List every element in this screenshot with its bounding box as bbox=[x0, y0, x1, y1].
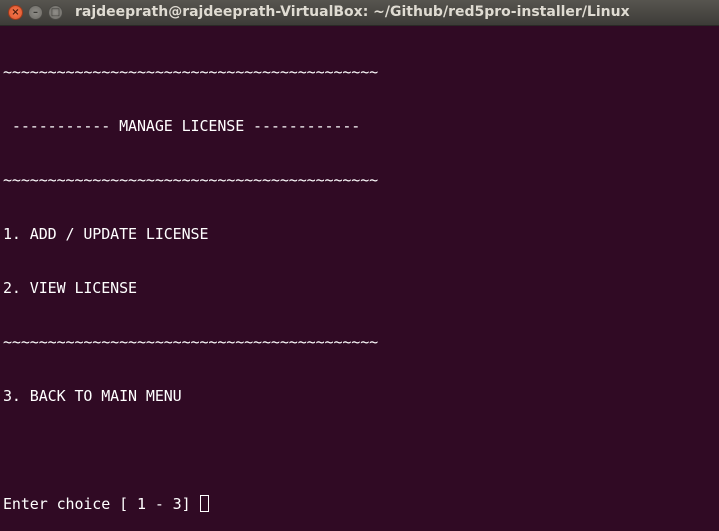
menu-option-back: 3. BACK TO MAIN MENU bbox=[3, 387, 182, 405]
title-bar: × – □ rajdeeprath@rajdeeprath-VirtualBox… bbox=[0, 0, 719, 26]
menu-option-view: 2. VIEW LICENSE bbox=[3, 279, 137, 297]
window-title: rajdeeprath@rajdeeprath-VirtualBox: ~/Gi… bbox=[75, 4, 630, 20]
menu-option-add-update: 1. ADD / UPDATE LICENSE bbox=[3, 225, 209, 243]
menu-heading: ----------- MANAGE LICENSE ------------ bbox=[3, 117, 361, 135]
maximize-button[interactable]: □ bbox=[48, 5, 63, 20]
terminal-cursor[interactable] bbox=[199, 495, 209, 512]
close-icon: × bbox=[11, 7, 20, 18]
prompt-text: Enter choice [ 1 - 3] bbox=[3, 495, 191, 513]
terminal-output[interactable]: ~~~~~~~~~~~~~~~~~~~~~~~~~~~~~~~~~~~~~~~~… bbox=[3, 27, 378, 531]
prompt-line[interactable]: Enter choice [ 1 - 3] bbox=[3, 495, 378, 513]
separator-line: ~~~~~~~~~~~~~~~~~~~~~~~~~~~~~~~~~~~~~~~~… bbox=[3, 333, 379, 351]
minimize-icon: – bbox=[33, 7, 38, 18]
close-button[interactable]: × bbox=[8, 5, 23, 20]
minimize-button[interactable]: – bbox=[28, 5, 43, 20]
maximize-icon: □ bbox=[50, 7, 61, 18]
separator-line: ~~~~~~~~~~~~~~~~~~~~~~~~~~~~~~~~~~~~~~~~… bbox=[3, 63, 379, 81]
separator-line: ~~~~~~~~~~~~~~~~~~~~~~~~~~~~~~~~~~~~~~~~… bbox=[3, 171, 379, 189]
